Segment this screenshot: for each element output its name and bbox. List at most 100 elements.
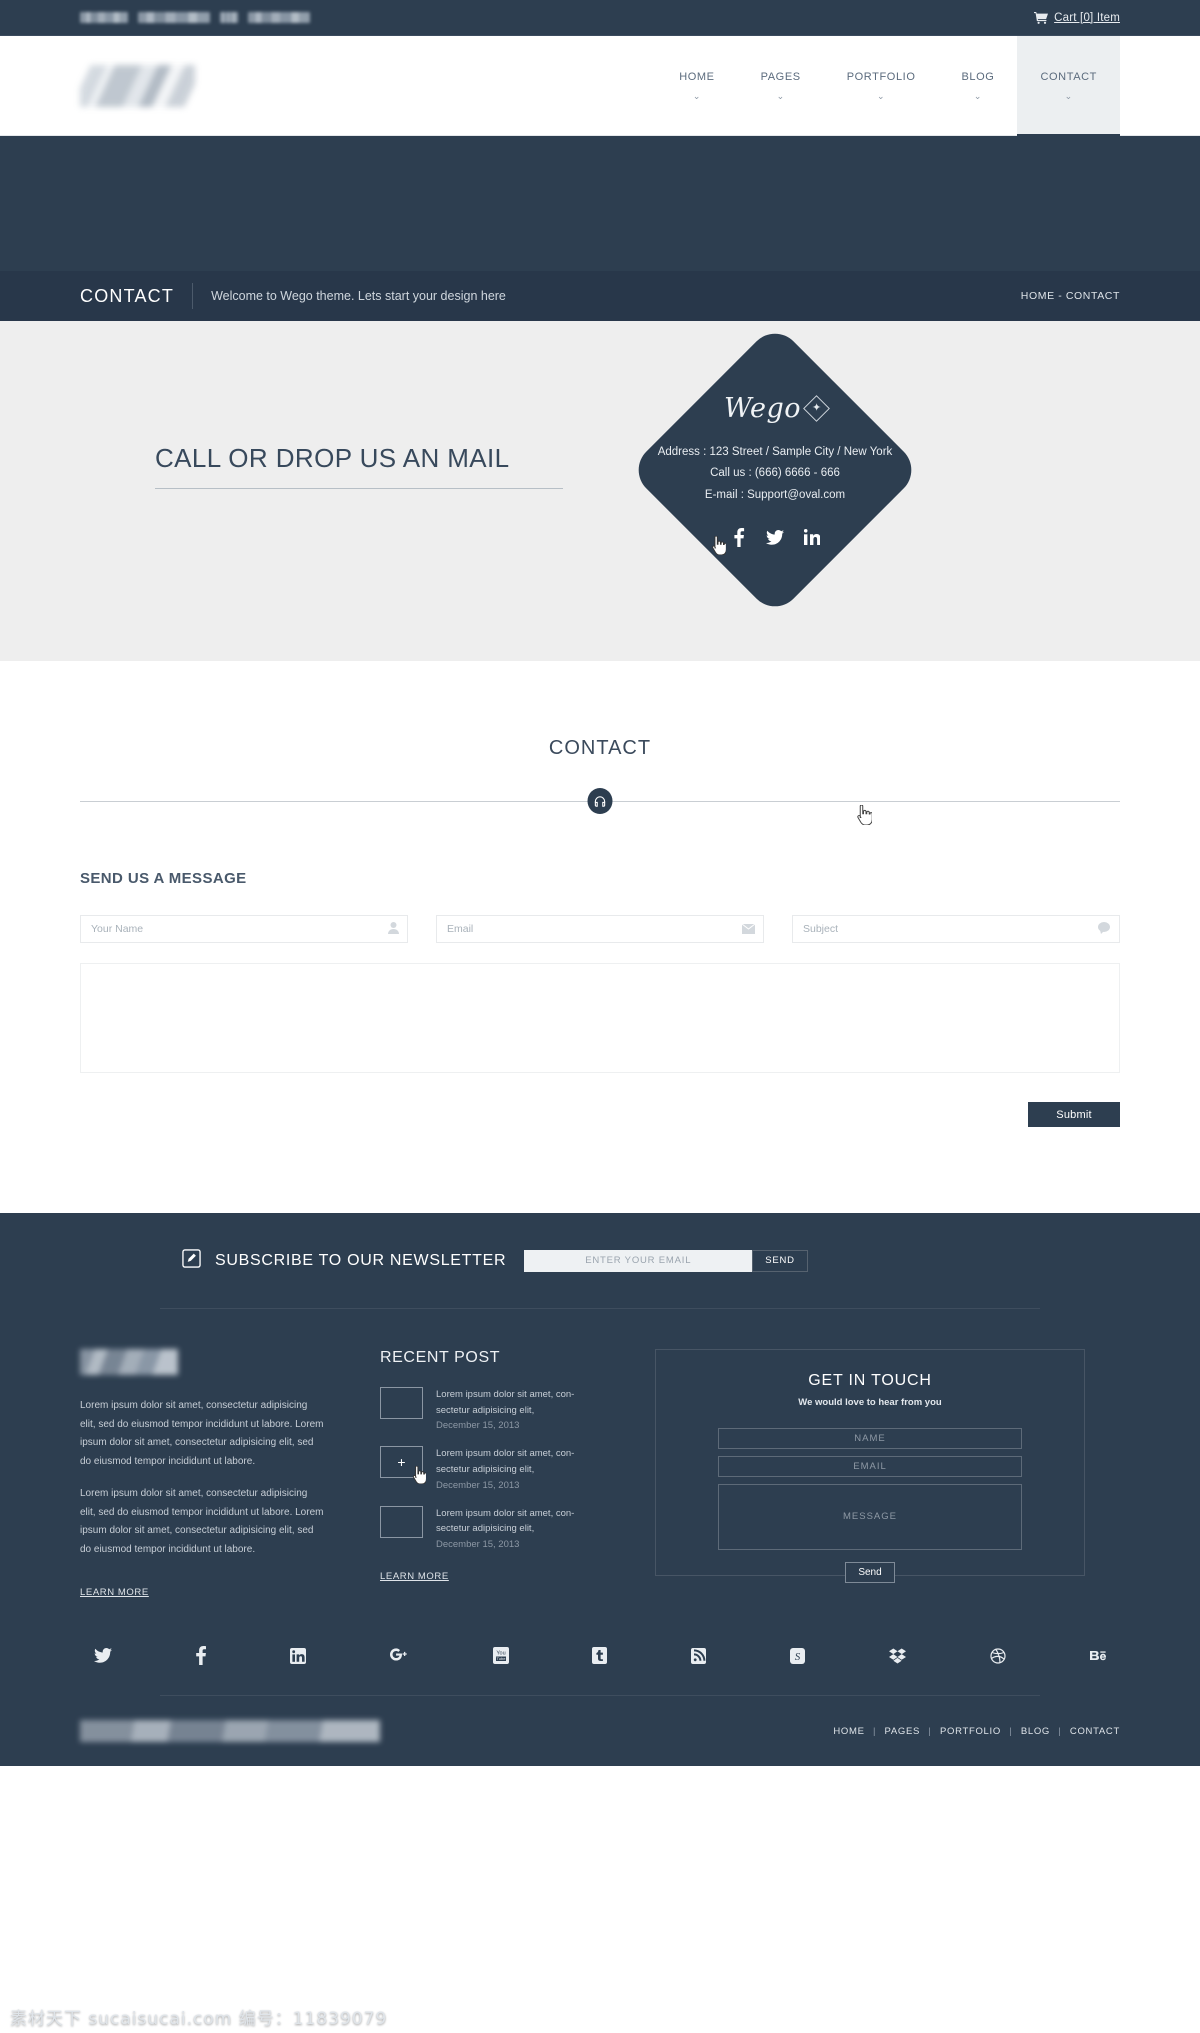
twitter-icon[interactable] (94, 1646, 112, 1665)
chevron-down-icon: ⌄ (692, 90, 701, 101)
svg-text:Tube: Tube (496, 1656, 506, 1661)
behance-icon[interactable] (1089, 1646, 1106, 1665)
footer-bottom-bar: HOME | PAGES | PORTFOLIO | BLOG | CONTAC… (0, 1696, 1200, 1766)
chevron-down-icon: ⌄ (776, 90, 785, 101)
footer-get-in-touch-column: GET IN TOUCH We would love to hear from … (655, 1349, 1085, 1600)
linkedin-icon[interactable] (289, 1646, 306, 1665)
google-plus-icon[interactable] (389, 1646, 409, 1665)
nav-item-home[interactable]: HOME ⌄ (656, 36, 737, 136)
about-learn-more-link[interactable]: LEARN MORE (80, 1587, 149, 1598)
footer-columns: Lorem ipsum dolor sit amet, consectetur … (80, 1309, 1120, 1610)
get-in-touch-message-textarea[interactable] (718, 1484, 1022, 1550)
twitter-icon[interactable] (765, 529, 784, 545)
footer-about-column: Lorem ipsum dolor sit amet, consectetur … (80, 1349, 325, 1600)
post-date: December 15, 2013 (436, 1479, 520, 1491)
nav-label: PAGES (760, 70, 801, 83)
footer-link-pages[interactable]: PAGES (885, 1726, 921, 1737)
contact-form-section: CONTACT SEND US A MESSAGE Your Name Emai… (0, 661, 1200, 1127)
page-title-bar: CONTACT Welcome to Wego theme. Lets star… (0, 271, 1200, 321)
newsletter-email-input[interactable] (524, 1249, 753, 1272)
get-in-touch-name-input[interactable] (718, 1428, 1022, 1449)
nav-item-portfolio[interactable]: PORTFOLIO ⌄ (824, 36, 939, 136)
skype-icon[interactable]: S (790, 1646, 806, 1665)
newsletter-form: SEND (524, 1249, 808, 1272)
vertical-divider (192, 283, 194, 309)
brand-mark-icon: ✦ (803, 395, 830, 423)
nav-label: HOME (679, 70, 715, 83)
hero-banner (0, 136, 1200, 271)
get-in-touch-email-input[interactable] (718, 1456, 1022, 1477)
dribbble-icon[interactable] (990, 1646, 1006, 1665)
submit-button[interactable]: Submit (1028, 1102, 1120, 1127)
top-bar: Cart [0] Item (0, 0, 1200, 36)
footer-link-contact[interactable]: CONTACT (1070, 1726, 1120, 1737)
rss-icon[interactable] (691, 1646, 707, 1665)
brand-mark-glyph: ✦ (811, 402, 822, 415)
list-item[interactable]: Lorem ipsum dolor sit amet, con-sectetur… (380, 1505, 605, 1551)
email-field-wrapper (436, 915, 764, 943)
newsletter-title: SUBSCRIBE TO OUR NEWSLETTER (215, 1251, 507, 1269)
subject-field-wrapper (792, 915, 1120, 943)
pencil-square-icon (182, 1248, 201, 1273)
nav-item-contact[interactable]: CONTACT ⌄ (1017, 36, 1120, 137)
get-in-touch-send-button[interactable]: Send (845, 1562, 895, 1583)
post-date: December 15, 2013 (436, 1539, 520, 1551)
link-separator: | (928, 1725, 932, 1737)
post-thumbnail[interactable] (380, 1387, 423, 1419)
contact-phone: Call us : (666) 6666 - 666 (710, 467, 840, 480)
name-input[interactable] (80, 915, 408, 943)
recent-post-learn-more-link[interactable]: LEARN MORE (380, 1571, 449, 1582)
list-item[interactable]: Lorem ipsum dolor sit amet, con-sectetur… (380, 1387, 605, 1431)
email-input[interactable] (436, 915, 764, 943)
chevron-down-icon: ⌄ (877, 90, 886, 101)
link-separator: | (873, 1725, 877, 1737)
nav-label: BLOG (961, 70, 995, 83)
nav-item-pages[interactable]: PAGES ⌄ (738, 36, 824, 136)
post-excerpt: Lorem ipsum dolor sit amet, con-sectetur… (436, 1389, 575, 1416)
footer-link-portfolio[interactable]: PORTFOLIO (940, 1726, 1001, 1737)
brand-name: Wego (723, 393, 802, 425)
cart-link[interactable]: Cart [0] Item (1034, 11, 1120, 24)
footer-link-home[interactable]: HOME (833, 1726, 864, 1737)
message-textarea[interactable] (80, 963, 1120, 1073)
blurred-text-chip (138, 12, 210, 23)
list-item[interactable]: + Lorem ipsum dolor sit amet, con-sectet… (380, 1446, 605, 1491)
link-separator: | (1009, 1725, 1013, 1737)
breadcrumb[interactable]: HOME - CONTACT (1021, 290, 1120, 302)
tumblr-icon[interactable] (592, 1646, 608, 1665)
main-navigation: HOME ⌄ PAGES ⌄ PORTFOLIO ⌄ BLOG ⌄ CONTAC… (656, 36, 1120, 137)
youtube-icon[interactable]: You Tube (492, 1646, 509, 1665)
facebook-icon[interactable] (196, 1646, 206, 1665)
recent-post-title: RECENT POST (380, 1349, 501, 1366)
footer-logo-blurred (80, 1349, 178, 1375)
nav-item-blog[interactable]: BLOG ⌄ (938, 36, 1017, 136)
call-heading: CALL OR DROP US AN MAIL (155, 443, 563, 489)
diamond-social-links (731, 527, 820, 547)
about-paragraph: Lorem ipsum dolor sit amet, consectetur … (80, 1400, 324, 1467)
form-heading: SEND US A MESSAGE (80, 870, 247, 887)
chevron-down-icon: ⌄ (1064, 90, 1073, 101)
name-field-wrapper (80, 915, 408, 943)
get-in-touch-subtitle: We would love to hear from you (798, 1397, 942, 1408)
logo[interactable] (80, 36, 195, 136)
subject-input[interactable] (792, 915, 1120, 943)
dropbox-icon[interactable] (889, 1646, 907, 1665)
contact-input-row (80, 915, 1120, 943)
get-in-touch-title: GET IN TOUCH (808, 1372, 932, 1389)
copyright-blurred (80, 1720, 380, 1742)
newsletter-send-button[interactable]: SEND (752, 1249, 808, 1272)
watermark: 素材天下 sucaisucai.com 编号：11839079 (10, 2009, 388, 2029)
footer-social-row: You Tube S (80, 1610, 1120, 1695)
linkedin-icon[interactable] (803, 529, 820, 546)
post-date: December 15, 2013 (436, 1420, 520, 1432)
post-excerpt: Lorem ipsum dolor sit amet, con-sectetur… (436, 1507, 575, 1535)
link-separator: | (1058, 1725, 1062, 1737)
footer-links: HOME | PAGES | PORTFOLIO | BLOG | CONTAC… (833, 1726, 1120, 1737)
page-title: CONTACT (80, 285, 175, 306)
blurred-text-chip (220, 12, 238, 23)
post-thumbnail[interactable] (380, 1505, 423, 1538)
footer-link-blog[interactable]: BLOG (1021, 1726, 1050, 1737)
footer-recent-post-column: RECENT POST Lorem ipsum dolor sit amet, … (380, 1349, 605, 1600)
svg-text:S: S (795, 1651, 801, 1663)
facebook-icon[interactable] (731, 527, 746, 547)
